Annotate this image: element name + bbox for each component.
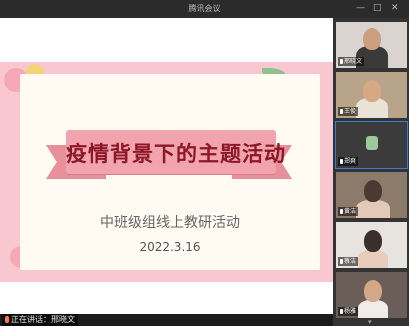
participants-panel: 邢晓文 王俊 郑爽 黄洁 蔡洁 杨雅 ▾ xyxy=(333,18,409,326)
speaker-label-text: 正在讲话：邢晓文 xyxy=(11,315,75,324)
participant-name: 蔡洁 xyxy=(344,258,357,265)
participant-tile[interactable]: 杨雅 xyxy=(336,272,407,318)
participant-name-tag: 邢晓文 xyxy=(338,57,365,66)
participant-name: 郑爽 xyxy=(344,158,357,165)
participant-tile[interactable]: 蔡洁 xyxy=(336,222,407,268)
slide-subtitle: 中班级组线上教研活动 xyxy=(100,215,240,231)
window-title: 腾讯会议 xyxy=(188,4,221,13)
participant-name: 王俊 xyxy=(344,108,357,115)
participant-name: 黄洁 xyxy=(344,208,357,215)
participant-body xyxy=(358,300,388,318)
participant-avatar xyxy=(366,136,378,150)
presentation-slide: 疫情背景下的主题活动 中班级组线上教研活动 2022.3.16 xyxy=(0,62,333,282)
close-icon[interactable]: ✕ xyxy=(391,3,399,13)
participant-name: 杨雅 xyxy=(344,308,357,315)
slide-title: 疫情背景下的主题活动 xyxy=(66,141,286,166)
participant-name-tag: 郑爽 xyxy=(338,157,359,166)
slide-date: 2022.3.16 xyxy=(139,240,201,254)
participant-tile[interactable]: 邢晓文 xyxy=(336,22,407,68)
maximize-icon[interactable]: □ xyxy=(373,3,382,13)
participant-face xyxy=(363,28,381,50)
participant-body xyxy=(358,250,388,268)
microphone-icon xyxy=(5,316,9,323)
microphone-icon xyxy=(340,309,343,314)
microphone-icon xyxy=(340,59,343,64)
participant-tile[interactable]: 黄洁 xyxy=(336,172,407,218)
participant-face xyxy=(364,230,382,252)
participant-body xyxy=(356,200,390,218)
speaker-indicator: 正在讲话：邢晓文 xyxy=(2,314,78,326)
participant-name-tag: 杨雅 xyxy=(338,307,359,316)
participant-name-tag: 黄洁 xyxy=(338,207,359,216)
participant-name-tag: 王俊 xyxy=(338,107,359,116)
shared-screen: 疫情背景下的主题活动 中班级组线上教研活动 2022.3.16 xyxy=(0,18,333,314)
participant-name-tag: 蔡洁 xyxy=(338,257,359,266)
title-bar: 腾讯会议 — □ ✕ xyxy=(0,0,409,18)
participant-tile[interactable]: 王俊 xyxy=(336,72,407,118)
participant-face xyxy=(364,280,382,302)
microphone-icon xyxy=(340,109,343,114)
participant-face xyxy=(363,80,381,102)
minimize-icon[interactable]: — xyxy=(356,3,365,13)
microphone-icon xyxy=(340,209,343,214)
microphone-icon xyxy=(340,159,343,164)
participant-name: 邢晓文 xyxy=(344,58,363,65)
participant-face xyxy=(364,180,382,202)
microphone-icon xyxy=(340,259,343,264)
participant-tile[interactable]: 郑爽 xyxy=(335,121,408,169)
scroll-down-icon[interactable]: ▾ xyxy=(368,318,372,326)
